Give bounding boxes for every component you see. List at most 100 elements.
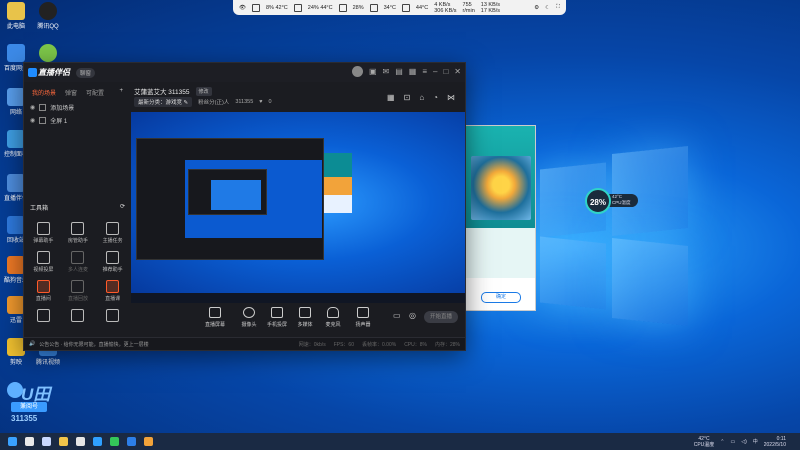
cpu-gauge-label: CPU温度 xyxy=(612,200,631,205)
task-view-icon[interactable] xyxy=(42,437,51,446)
settings-icon[interactable]: ⟳ xyxy=(120,203,125,212)
store-icon[interactable]: ▦ xyxy=(409,67,417,76)
hdd-temp: 44°C xyxy=(415,4,429,11)
record-icon[interactable]: ▭ xyxy=(393,311,401,320)
tool-item[interactable]: 直播回放 xyxy=(61,280,96,302)
media-button[interactable]: 多媒体 xyxy=(292,307,318,328)
tab-popups[interactable]: 弹窗 xyxy=(65,88,77,97)
tool-item[interactable] xyxy=(61,309,96,324)
lock-icon[interactable] xyxy=(39,117,47,124)
app-taskbar-icon[interactable] xyxy=(76,437,85,446)
title-bar[interactable]: 直播伴侣 聊窗 ▣ ✉ ▤ ▦ ≡ – □ ✕ xyxy=(24,63,465,82)
confirm-button[interactable]: 确定 xyxy=(481,292,521,303)
visibility-icon[interactable]: ◉ xyxy=(30,117,35,124)
clock-date: 2022/5/10 xyxy=(763,441,786,448)
lock-icon[interactable] xyxy=(39,104,47,111)
moon-icon[interactable]: ☾ xyxy=(545,5,550,11)
speaker-icon xyxy=(357,307,369,318)
desktop-icon[interactable] xyxy=(34,44,62,63)
nested-app-window xyxy=(136,138,324,260)
nested-app-window-2 xyxy=(188,169,267,215)
tool-item[interactable]: 房管助手 xyxy=(61,222,96,244)
background-window[interactable]: 确定 xyxy=(464,125,536,311)
wechat-icon[interactable] xyxy=(110,437,119,446)
clock[interactable]: 0:11 2022/5/10 xyxy=(764,436,786,448)
close-icon[interactable]: ✕ xyxy=(454,67,461,76)
disk-icon xyxy=(369,3,378,12)
scene-label: 添加场景 xyxy=(50,106,75,112)
tab-config[interactable]: 可配置 xyxy=(86,88,104,97)
app-logo-icon xyxy=(28,68,37,77)
screen-capture-button[interactable]: 直播屏幕 xyxy=(202,307,228,328)
edit-room-button[interactable]: 修改 xyxy=(195,86,212,96)
scene-item[interactable]: ◉ 添加场景 xyxy=(24,101,131,114)
share-icon[interactable]: ⋈ xyxy=(447,93,455,102)
camera-button[interactable]: 摄像头 xyxy=(236,307,262,328)
search-icon[interactable] xyxy=(25,437,34,446)
tool-item[interactable] xyxy=(95,309,130,324)
grid-icon[interactable]: ▦ xyxy=(387,93,395,102)
settings-icon[interactable]: ⚙ xyxy=(534,5,539,11)
camera-toggle-icon[interactable]: ◎ xyxy=(409,311,416,320)
network-icon[interactable]: ▭ xyxy=(730,439,735,445)
tool-item[interactable]: 推荐助手 xyxy=(95,251,130,273)
phone-cast-button[interactable]: 手机投屏 xyxy=(264,307,290,328)
gift-icon[interactable]: ▣ xyxy=(369,67,377,76)
app-badge[interactable]: 聊窗 xyxy=(76,67,96,78)
tool-label: 直播间 xyxy=(35,296,51,302)
file-explorer-icon[interactable] xyxy=(59,437,68,446)
ime-icon[interactable]: 中 xyxy=(753,438,758,445)
tool-item[interactable] xyxy=(26,309,61,324)
streaming-app-window[interactable]: 直播伴侣 聊窗 ▣ ✉ ▤ ▦ ≡ – □ ✕ 我的场景 弹窗 可配置 + ◉ … xyxy=(23,62,466,351)
toolbox-header: 工具箱 ⟳ xyxy=(30,203,125,212)
stat-item: 网速：0kb/s xyxy=(298,341,326,348)
tool-label: 多人连麦 xyxy=(67,267,88,273)
stream-preview[interactable] xyxy=(131,112,465,303)
microphone-button[interactable]: 麦克风 xyxy=(320,307,346,328)
scene-item[interactable]: ◉ 全屏 1 xyxy=(24,114,131,127)
message-icon[interactable]: ▤ xyxy=(395,67,403,76)
tool-item[interactable]: 主播任务 xyxy=(95,222,130,244)
hdd-icon xyxy=(401,3,410,12)
tool-icon xyxy=(106,222,120,235)
menu-icon[interactable]: ≡ xyxy=(422,67,427,76)
minimize-icon[interactable]: – xyxy=(433,67,437,76)
tool-label: 直播课 xyxy=(105,296,121,302)
tool-icon xyxy=(71,309,85,322)
bell-icon[interactable]: ◔ xyxy=(433,93,438,102)
desktop-icon[interactable]: 此电脑 xyxy=(2,2,30,30)
temp-widget[interactable]: 42°C CPU温度 xyxy=(694,436,715,448)
browser-icon[interactable] xyxy=(93,437,102,446)
tool-item[interactable]: 视频投屏 xyxy=(26,251,61,273)
live-app-taskbar-icon[interactable] xyxy=(144,437,153,446)
category-selector[interactable]: 最新分类：游戏竞 ✎ xyxy=(134,97,193,107)
chevron-up-icon[interactable]: ⌃ xyxy=(720,439,724,445)
tool-item[interactable]: 直播课 xyxy=(95,280,130,302)
fullscreen-icon[interactable]: ⛶ xyxy=(556,4,560,11)
link-icon[interactable]: ⌂ xyxy=(419,93,424,102)
phone-icon xyxy=(271,307,283,318)
tool-label: 直播回放 xyxy=(67,296,88,302)
speaker-button[interactable]: 扬声器 xyxy=(350,307,376,328)
net-down: 306 KB/s xyxy=(434,7,457,14)
tool-icon xyxy=(106,251,120,264)
cpu-icon xyxy=(251,3,260,12)
tool-item[interactable]: 直播间 xyxy=(26,280,61,302)
start-live-button[interactable]: 开始直播 xyxy=(424,311,458,323)
start-icon[interactable] xyxy=(8,437,17,446)
lock-icon[interactable]: ⊡ xyxy=(404,93,411,102)
windows-logo-pane xyxy=(540,236,606,310)
visibility-icon[interactable]: ◉ xyxy=(30,104,35,111)
app-taskbar-icon[interactable] xyxy=(127,437,136,446)
tool-item[interactable]: 多人连麦 xyxy=(61,251,96,273)
maximize-icon[interactable]: □ xyxy=(443,67,448,76)
gpu-icon xyxy=(293,3,302,12)
tab-my-scenes[interactable]: 我的场景 xyxy=(32,88,56,97)
volume-icon[interactable]: ◁) xyxy=(741,439,747,445)
toolbox-grid: 弹幕助手 房管助手 主播任务视频投屏 多人连麦 推荐助手直播间 直播回放 直播课 xyxy=(26,222,130,324)
tool-item[interactable]: 弹幕助手 xyxy=(26,222,61,244)
avatar[interactable] xyxy=(351,66,363,77)
mail-icon[interactable]: ✉ xyxy=(383,67,390,76)
desktop-icon[interactable]: 腾讯QQ xyxy=(34,2,62,30)
add-scene-icon[interactable]: + xyxy=(119,88,123,97)
